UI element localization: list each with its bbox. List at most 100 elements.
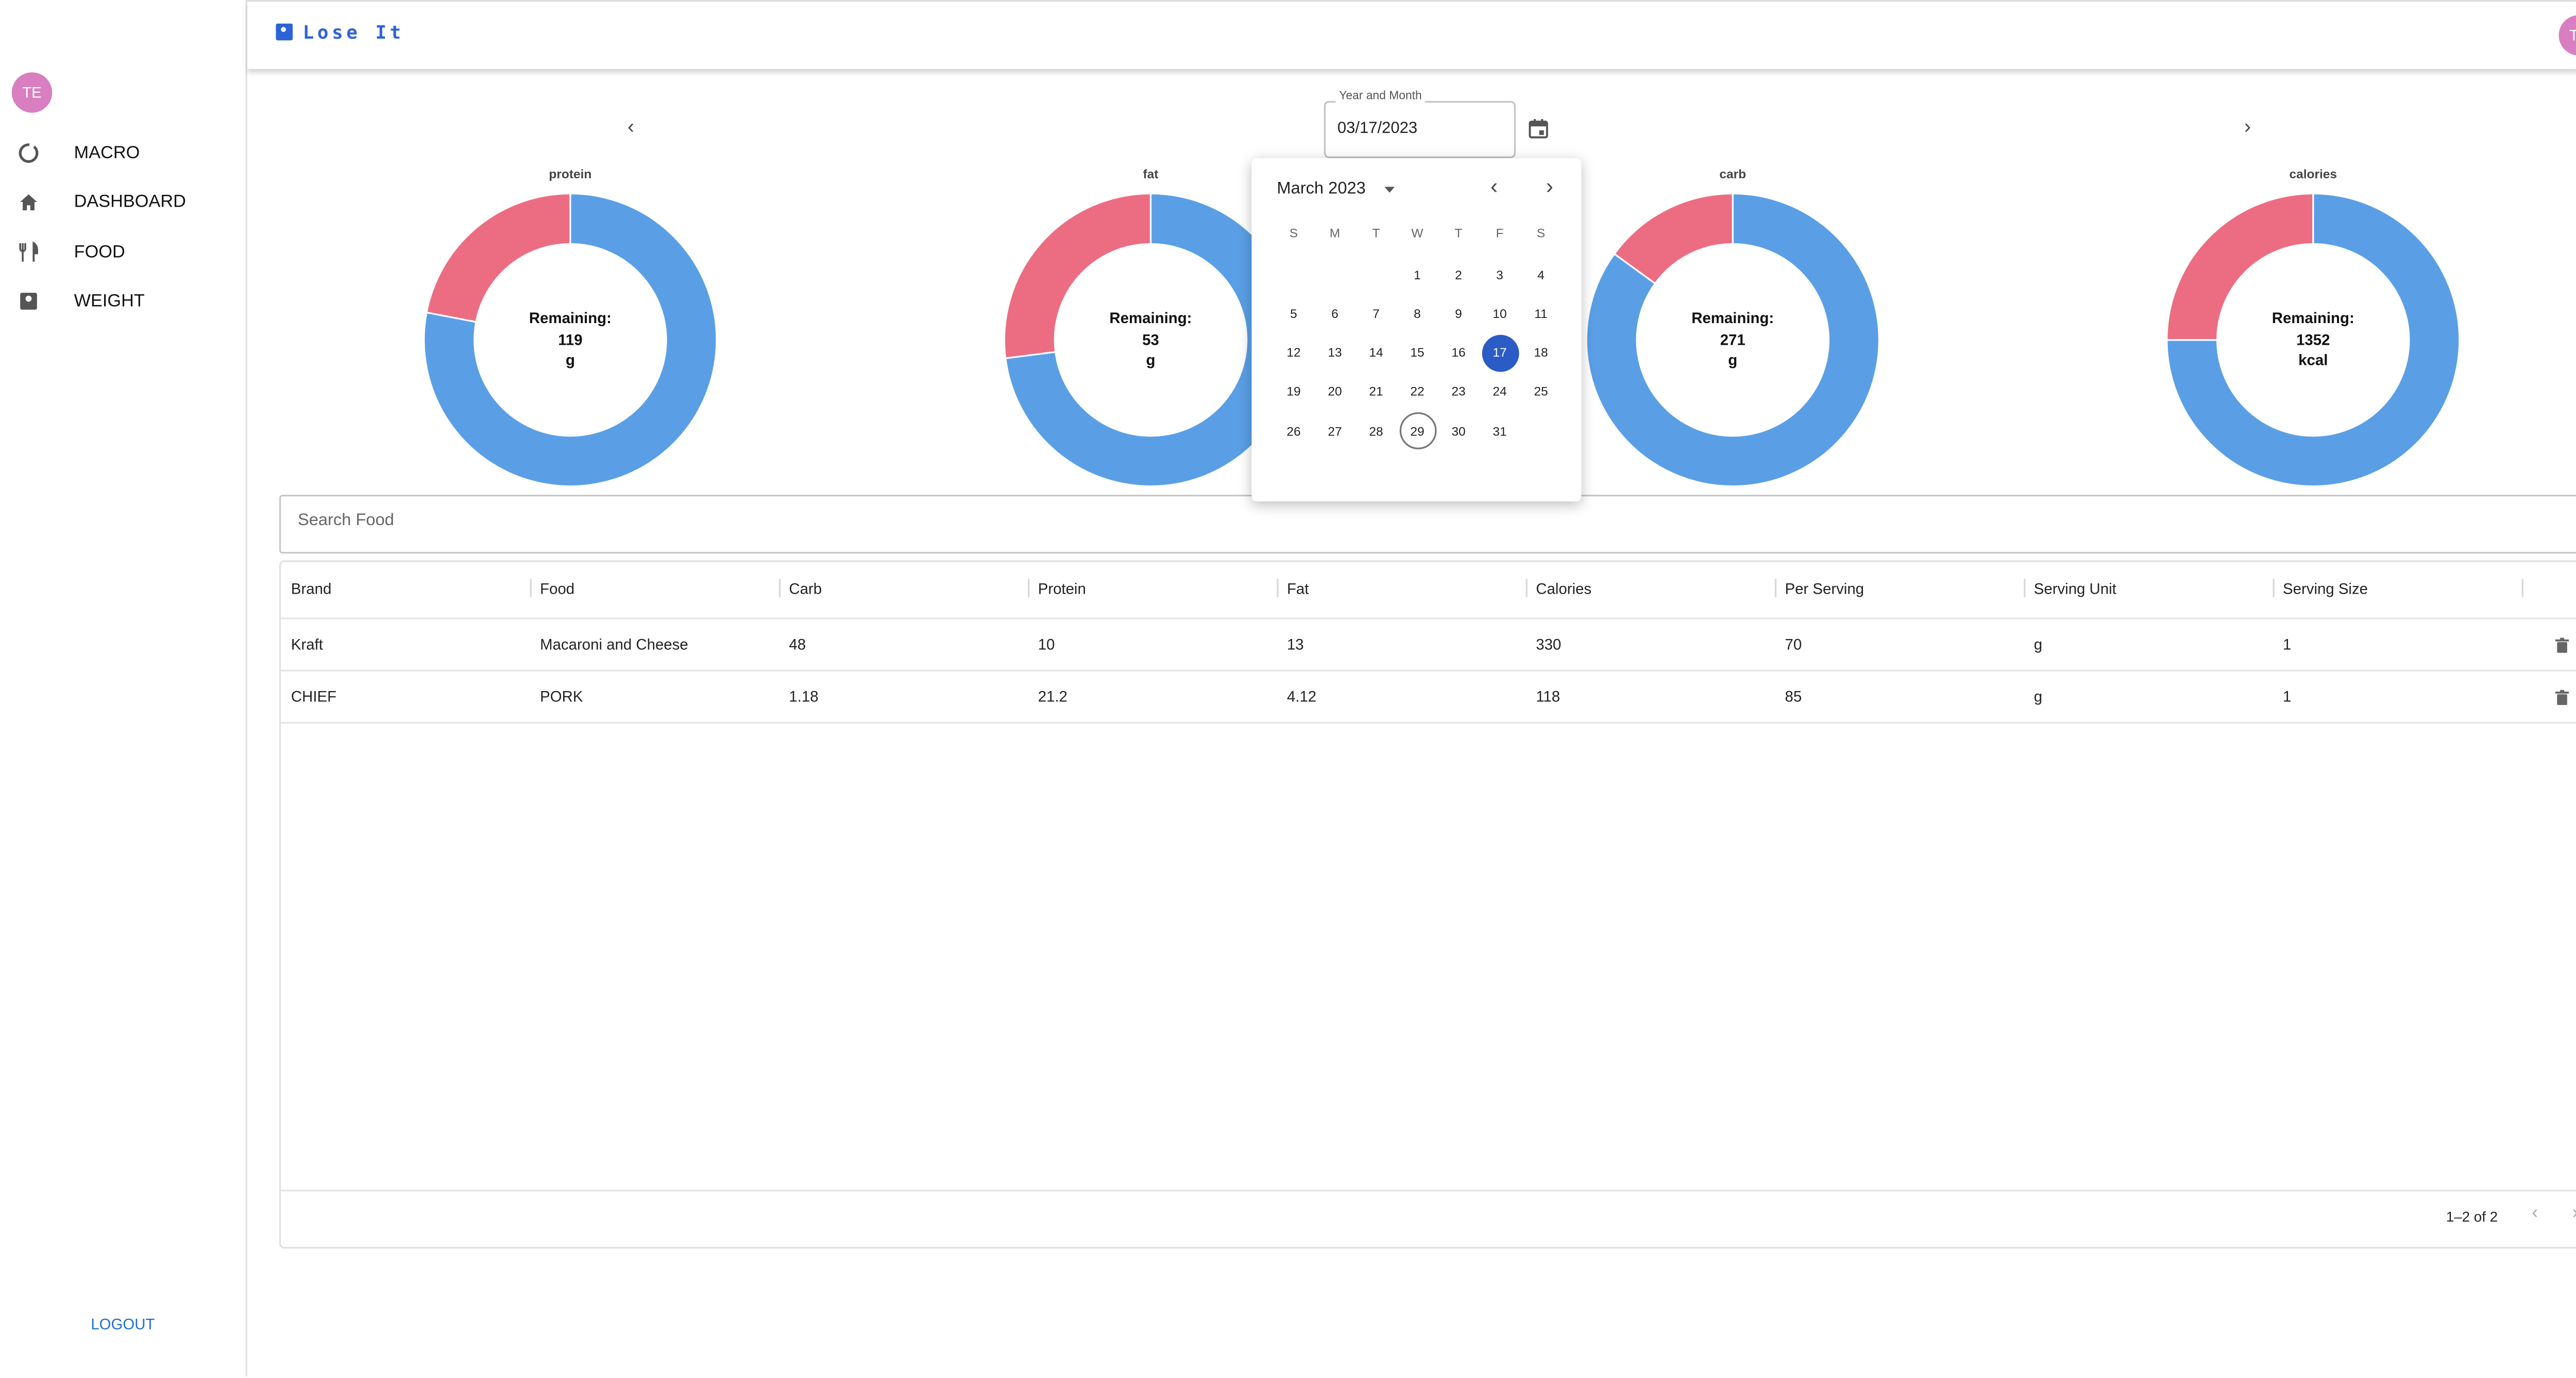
calendar-day[interactable]: 21 xyxy=(1358,374,1395,411)
table-row[interactable]: CHIEF PORK 1.18 21.2 4.12 118 85 g 1 xyxy=(281,669,2576,724)
food-table: Brand Food Carb Protein Fat Calories Per… xyxy=(279,560,2576,1249)
calendar-day[interactable]: 7 xyxy=(1358,295,1395,332)
calendar-day[interactable]: 28 xyxy=(1358,413,1395,450)
search-food-input[interactable] xyxy=(294,510,2576,532)
calendar-day[interactable]: 18 xyxy=(1522,334,1560,371)
calendar-day[interactable]: 14 xyxy=(1358,334,1395,371)
remaining-value: 1352 xyxy=(2296,330,2330,348)
donut-chart-icon xyxy=(19,143,39,163)
column-separator[interactable] xyxy=(778,579,781,598)
sidebar-avatar[interactable]: TE xyxy=(11,72,53,113)
calendar-day[interactable]: 31 xyxy=(1481,413,1518,450)
calendar-day[interactable]: 11 xyxy=(1522,295,1560,332)
sidebar-item-dashboard[interactable]: DASHBOARD xyxy=(0,180,246,224)
cell-fat: 4.12 xyxy=(1286,688,1317,705)
cell-carb: 1.18 xyxy=(789,688,819,705)
calendar-day[interactable]: 25 xyxy=(1522,374,1560,411)
calendar-day[interactable]: 19 xyxy=(1275,374,1312,411)
column-header-serving-size[interactable]: Serving Size xyxy=(2283,581,2368,598)
cell-serving-size: 1 xyxy=(2283,636,2292,653)
calendar-day[interactable]: 22 xyxy=(1399,374,1436,411)
sidebar-item-food[interactable]: FOOD xyxy=(0,230,246,274)
header-avatar[interactable]: TE xyxy=(2558,15,2576,56)
column-header-calories[interactable]: Calories xyxy=(1536,581,1591,598)
calendar-day-today[interactable]: 29 xyxy=(1399,412,1436,450)
column-header-protein[interactable]: Protein xyxy=(1038,581,1086,598)
calendar-day[interactable]: 4 xyxy=(1522,256,1560,293)
column-separator[interactable] xyxy=(2521,579,2523,598)
delete-icon[interactable] xyxy=(2555,637,2569,653)
sidebar-item-label: FOOD xyxy=(74,242,125,263)
cell-protein: 21.2 xyxy=(1038,688,1067,705)
calendar-day[interactable]: 30 xyxy=(1440,413,1477,450)
calendar-day[interactable]: 13 xyxy=(1316,334,1353,371)
previous-page-icon[interactable]: ‹ xyxy=(2532,1203,2538,1223)
column-separator[interactable] xyxy=(1774,579,1777,598)
delete-icon[interactable] xyxy=(2555,690,2569,705)
sidebar-item-macro[interactable]: MACRO xyxy=(0,131,246,175)
cell-carb: 48 xyxy=(789,636,806,653)
calendar-day[interactable]: 10 xyxy=(1481,295,1518,332)
column-header-serving-unit[interactable]: Serving Unit xyxy=(2034,581,2116,598)
calendar-day[interactable]: 20 xyxy=(1316,374,1353,411)
calendar-day[interactable]: 8 xyxy=(1399,295,1436,332)
weekday-label: T xyxy=(1372,225,1380,241)
column-header-food[interactable]: Food xyxy=(540,581,574,598)
column-header-brand[interactable]: Brand xyxy=(291,581,331,598)
cell-protein: 10 xyxy=(1038,636,1055,653)
search-food-box[interactable] xyxy=(279,494,2576,554)
column-header-carb[interactable]: Carb xyxy=(789,581,822,598)
logout-button[interactable]: LOGOUT xyxy=(91,1316,155,1333)
calendar-day[interactable]: 23 xyxy=(1440,374,1477,411)
date-field-value[interactable]: 03/17/2023 xyxy=(1337,120,1417,138)
carb-remaining-label: Remaining: 271 g xyxy=(1632,308,1834,371)
weekday-label: F xyxy=(1496,225,1504,241)
calendar-next-icon[interactable]: › xyxy=(1546,173,1553,198)
calendar-day[interactable]: 2 xyxy=(1440,256,1477,293)
calendar-day[interactable]: 27 xyxy=(1316,413,1353,450)
protein-consumed-segment xyxy=(425,192,571,323)
calendar-day[interactable]: 15 xyxy=(1399,334,1436,371)
column-header-per-serving[interactable]: Per Serving xyxy=(1785,581,1864,598)
table-row-divider xyxy=(281,721,2576,724)
calendar-day[interactable]: 6 xyxy=(1316,295,1353,332)
calendar-day[interactable]: 9 xyxy=(1440,295,1477,332)
column-separator[interactable] xyxy=(1277,579,1279,598)
calendar-day[interactable]: 3 xyxy=(1481,256,1518,293)
calendar-icon[interactable] xyxy=(1528,118,1549,140)
remaining-value: 119 xyxy=(558,330,583,348)
table-row[interactable]: Kraft Macaroni and Cheese 48 10 13 330 7… xyxy=(281,617,2576,671)
next-page-icon[interactable]: › xyxy=(2572,1203,2576,1223)
cell-serving-unit: g xyxy=(2033,636,2043,653)
calendar-day-selected[interactable]: 17 xyxy=(1481,334,1518,372)
column-separator[interactable] xyxy=(1028,579,1030,598)
pagination-text: 1–2 of 2 xyxy=(2446,1208,2498,1225)
previous-month-icon[interactable]: ‹ xyxy=(628,114,634,138)
calendar-month-label[interactable]: March 2023 xyxy=(1277,180,1365,198)
calendar-day[interactable]: 26 xyxy=(1275,413,1312,450)
column-separator[interactable] xyxy=(2273,579,2275,598)
calendar-previous-icon[interactable]: ‹ xyxy=(1490,173,1498,198)
fork-knife-icon xyxy=(19,241,39,262)
next-month-icon[interactable]: › xyxy=(2244,114,2251,138)
cell-calories: 330 xyxy=(1536,636,1562,653)
weekday-label: S xyxy=(1289,225,1298,241)
calendar-day[interactable]: 5 xyxy=(1275,295,1312,332)
remaining-caption: Remaining: xyxy=(2272,309,2354,327)
remaining-caption: Remaining: xyxy=(1109,309,1192,327)
column-separator[interactable] xyxy=(2024,579,2026,598)
protein-remaining-label: Remaining: 119 g xyxy=(469,308,671,371)
calendar-day[interactable]: 12 xyxy=(1275,334,1312,371)
sidebar-item-label: MACRO xyxy=(74,143,140,163)
fat-remaining-label: Remaining: 53 g xyxy=(1050,308,1252,371)
column-header-fat[interactable]: Fat xyxy=(1287,581,1309,598)
cell-food: PORK xyxy=(540,688,583,705)
calendar-day[interactable]: 24 xyxy=(1481,374,1518,411)
calendar-day[interactable]: 1 xyxy=(1399,256,1436,293)
column-separator[interactable] xyxy=(530,579,532,598)
column-separator[interactable] xyxy=(1526,579,1528,598)
calendar-day[interactable]: 16 xyxy=(1440,334,1477,371)
sidebar-item-weight[interactable]: WEIGHT xyxy=(0,279,246,323)
weekday-label: S xyxy=(1536,225,1546,241)
caret-down-icon[interactable] xyxy=(1383,185,1396,195)
